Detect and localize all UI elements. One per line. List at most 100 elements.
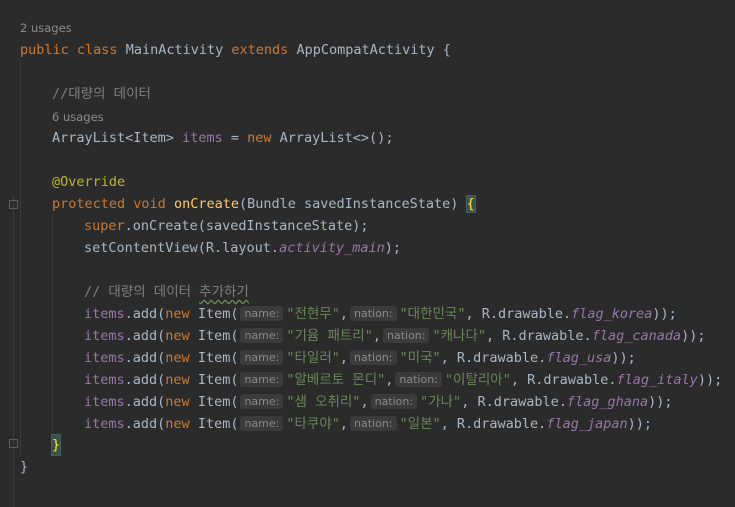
super-call: super.onCreate(savedInstanceState);	[84, 216, 368, 236]
comment-text: // 대량의 데이터	[84, 284, 200, 300]
param-hint: name:	[240, 306, 284, 321]
keyword: void	[133, 196, 166, 212]
drawable-ref: R.drawable.	[448, 416, 547, 432]
usages-hint[interactable]: 2 usages	[20, 20, 72, 36]
field-type: ArrayList<Item>	[52, 130, 174, 146]
param-hint: name:	[240, 416, 284, 431]
drawable-ref: R.drawable.	[518, 372, 617, 388]
parent-class: AppCompatActivity	[296, 42, 435, 58]
call: .add(	[124, 416, 166, 432]
param-hint: nation:	[350, 306, 397, 321]
flag-resource: flag_japan	[546, 416, 628, 432]
drawable-ref: R.drawable.	[448, 350, 547, 366]
name-string: "타일러"	[286, 350, 340, 366]
call-prefix: setContentView(R.layout.	[84, 240, 280, 256]
keyword: new	[165, 416, 190, 432]
call-end: ));	[627, 416, 652, 432]
comma: ,	[465, 306, 474, 322]
flag-resource: flag_ghana	[566, 394, 649, 410]
class-close-brace: }	[20, 459, 29, 475]
item-add-line: items.add(new Item(name: "타쿠야", nation: "일본…	[84, 414, 652, 434]
keyword: public	[20, 42, 69, 58]
nation-string: "미국"	[399, 350, 441, 366]
code-editor[interactable]: 2 usages public class MainActivity exten…	[0, 0, 735, 507]
drawable-ref: R.drawable.	[494, 328, 592, 344]
call: .add(	[124, 394, 166, 410]
method-declaration: protected void onCreate(Bundle savedInst…	[52, 194, 476, 214]
call-end: ));	[681, 328, 706, 344]
item-add-line: items.add(new Item(name: "기윰 패트리", nation:…	[84, 326, 705, 346]
comma: ,	[339, 350, 349, 366]
item-add-line: items.add(new Item(name: "타일러", nation: "미국…	[84, 348, 636, 368]
item-add-line: items.add(new Item(name: "알베르토 몬디", nation…	[84, 370, 722, 390]
keyword: class	[76, 42, 118, 58]
keyword: super	[84, 218, 125, 234]
keyword: new	[165, 350, 190, 366]
fold-close-icon[interactable]	[9, 439, 18, 448]
comma: ,	[486, 328, 495, 344]
ctor: Item(	[197, 306, 239, 322]
comma: ,	[510, 372, 519, 388]
drawable-ref: R.drawable.	[473, 306, 572, 322]
nation-string: "일본"	[399, 416, 441, 432]
comma: ,	[339, 416, 349, 432]
drawable-ref: R.drawable.	[469, 394, 567, 410]
field-ref: items	[84, 372, 125, 388]
comma: ,	[440, 416, 449, 432]
keyword: extends	[231, 42, 289, 58]
ctor: Item(	[197, 350, 239, 366]
keyword: new	[165, 372, 190, 388]
name-string: "샘 오취리"	[286, 394, 361, 410]
method-name: onCreate	[173, 196, 239, 212]
class-name: MainActivity	[125, 42, 224, 58]
call: .add(	[124, 372, 166, 388]
comment: // 대량의 데이터 추가하기	[84, 282, 249, 302]
fold-open-icon[interactable]	[9, 200, 18, 209]
name-string: "전현무"	[286, 306, 340, 322]
usages-hint[interactable]: 6 usages	[52, 109, 104, 125]
name-string: "타쿠야"	[286, 416, 340, 432]
call-end: ));	[648, 394, 673, 410]
set-content-view: setContentView(R.layout.activity_main);	[84, 238, 401, 258]
comma: ,	[339, 306, 349, 322]
param-hint: nation:	[350, 416, 397, 431]
comma: ,	[440, 350, 449, 366]
comma: ,	[385, 372, 394, 388]
keyword: new	[247, 130, 272, 146]
flag-resource: flag_korea	[571, 306, 653, 322]
comma: ,	[360, 394, 369, 410]
param-hint: name:	[240, 394, 284, 409]
param-hint: nation:	[370, 394, 418, 409]
field-ref: items	[84, 394, 125, 410]
constructor-call: ArrayList<>();	[279, 130, 394, 146]
ctor: Item(	[197, 394, 239, 410]
ctor: Item(	[197, 416, 239, 432]
field-name: items	[182, 130, 223, 146]
close-brace-highlight: }	[50, 434, 62, 456]
indent-guide	[52, 214, 53, 434]
comment-text-typo: 추가하기	[199, 284, 249, 300]
field-ref: items	[84, 350, 125, 366]
nation-string: "캐나다"	[432, 328, 486, 344]
field-ref: items	[84, 416, 125, 432]
param-hint: nation:	[395, 372, 442, 387]
call-rest: .onCreate(savedInstanceState);	[124, 218, 369, 234]
annotation: @Override	[52, 174, 126, 190]
ctor: Item(	[197, 372, 239, 388]
fold-gutter-line	[13, 195, 14, 507]
field-ref: items	[84, 306, 125, 322]
nation-string: "이탈리아"	[444, 372, 511, 388]
param-hint: nation:	[350, 350, 397, 365]
field-ref: items	[84, 328, 125, 344]
nation-string: "가나"	[420, 394, 462, 410]
param-hint: name:	[240, 350, 284, 365]
keyword: new	[165, 328, 190, 344]
call: .add(	[124, 306, 166, 322]
layout-resource: activity_main	[279, 240, 385, 256]
open-brace: {	[442, 42, 451, 58]
call: .add(	[124, 350, 166, 366]
indent-guide	[20, 60, 21, 455]
keyword: protected	[52, 196, 126, 212]
nation-string: "대한민국"	[399, 306, 466, 322]
keyword: new	[165, 306, 190, 322]
